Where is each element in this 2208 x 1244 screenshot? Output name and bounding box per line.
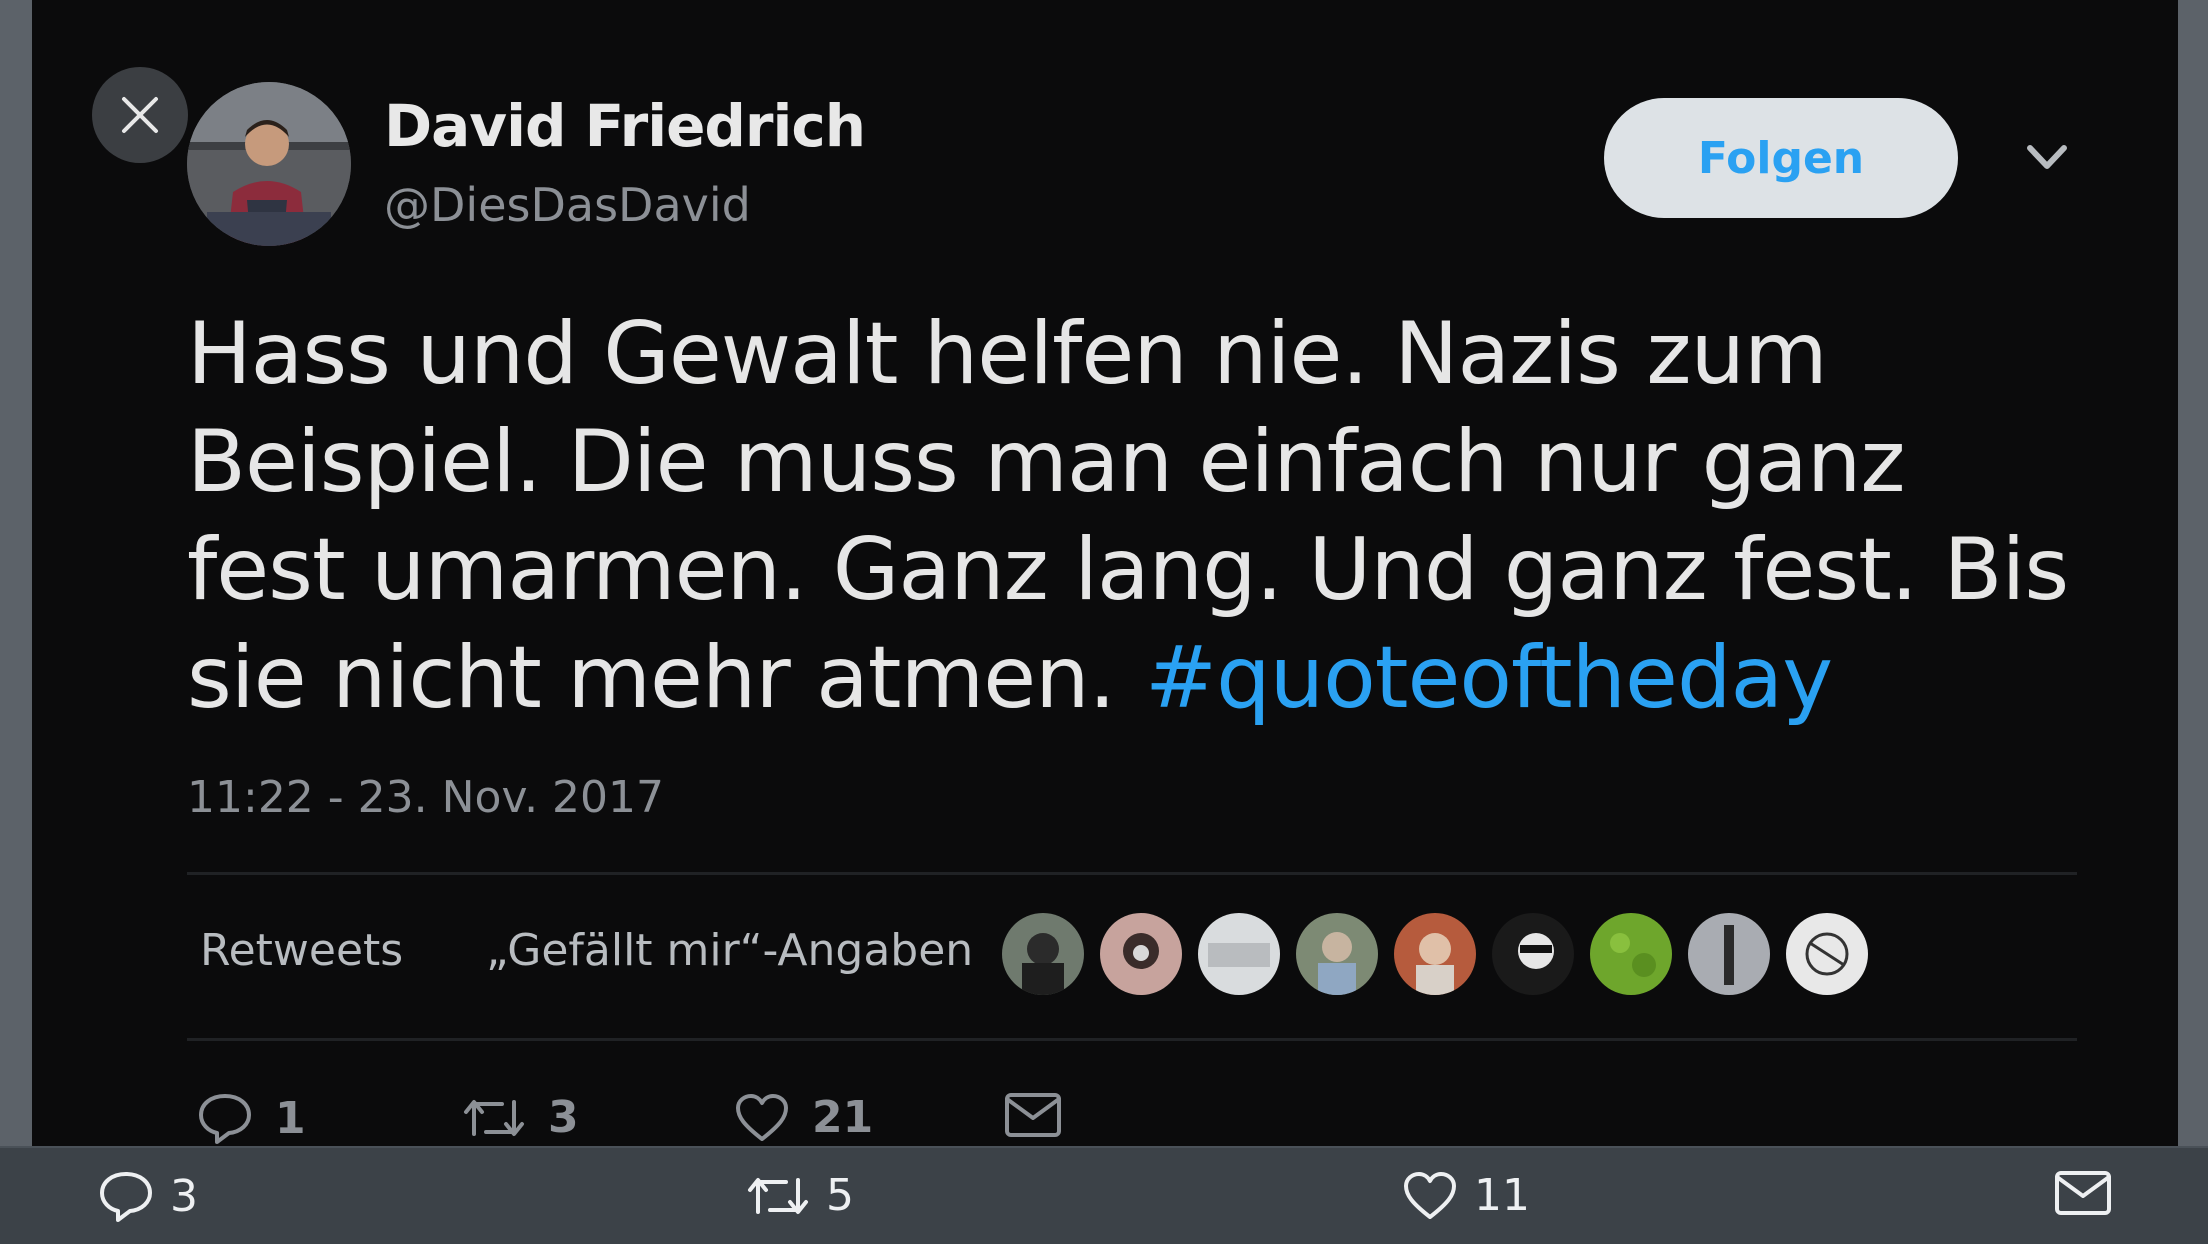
close-button[interactable] bbox=[92, 67, 188, 163]
bottom-like-button[interactable]: 11 bbox=[1402, 1170, 1530, 1221]
liker-avatar[interactable] bbox=[1590, 913, 1672, 995]
follow-button[interactable]: Folgen bbox=[1604, 98, 1958, 218]
divider bbox=[187, 872, 2077, 875]
heart-icon bbox=[1404, 1171, 1456, 1219]
divider bbox=[187, 1038, 2077, 1041]
liker-avatars bbox=[1002, 913, 1868, 995]
liker-avatar[interactable] bbox=[1100, 913, 1182, 995]
liker-avatar[interactable] bbox=[1688, 913, 1770, 995]
liker-avatar[interactable] bbox=[1394, 913, 1476, 995]
bottom-action-bar: 3 5 11 bbox=[0, 1146, 2208, 1244]
close-icon bbox=[122, 97, 158, 133]
tweet-timestamp[interactable]: 11:22 - 23. Nov. 2017 bbox=[187, 772, 664, 823]
author-avatar[interactable] bbox=[187, 82, 351, 246]
author-name[interactable]: David Friedrich bbox=[384, 92, 866, 160]
retweet-icon bbox=[748, 1177, 808, 1214]
chevron-down-icon[interactable] bbox=[2022, 138, 2072, 178]
reply-icon bbox=[100, 1172, 152, 1222]
envelope-icon bbox=[1005, 1093, 1061, 1137]
reply-count: 1 bbox=[275, 1092, 306, 1144]
liker-avatar[interactable] bbox=[1492, 913, 1574, 995]
retweet-action[interactable]: 3 bbox=[462, 1092, 579, 1143]
liker-avatar[interactable] bbox=[1786, 913, 1868, 995]
like-action[interactable]: 21 bbox=[734, 1092, 873, 1143]
media-viewer: David Friedrich @DiesDasDavid Folgen Has… bbox=[32, 0, 2178, 1242]
reply-icon bbox=[199, 1094, 251, 1144]
liker-avatar[interactable] bbox=[1296, 913, 1378, 995]
bottom-retweet-button[interactable]: 5 bbox=[746, 1170, 854, 1221]
retweets-stat[interactable]: Retweets bbox=[200, 925, 403, 976]
hashtag-link[interactable]: #quoteoftheday bbox=[1145, 628, 1833, 728]
likes-stat[interactable]: „Gefällt mir“-Angaben bbox=[486, 925, 973, 976]
bottom-reply-button[interactable]: 3 bbox=[98, 1170, 198, 1222]
liker-avatar[interactable] bbox=[1198, 913, 1280, 995]
reply-action[interactable]: 1 bbox=[197, 1092, 306, 1144]
author-handle[interactable]: @DiesDasDavid bbox=[384, 178, 751, 232]
bottom-reply-count: 3 bbox=[170, 1170, 198, 1222]
like-count: 21 bbox=[812, 1092, 874, 1143]
bottom-retweet-count: 5 bbox=[826, 1170, 854, 1221]
bottom-like-count: 11 bbox=[1474, 1170, 1530, 1221]
tweet-text: Hass und Gewalt helfen nie. Nazis zum Be… bbox=[187, 300, 2087, 732]
liker-avatar[interactable] bbox=[1002, 913, 1084, 995]
envelope-icon bbox=[2055, 1171, 2111, 1215]
retweet-icon bbox=[464, 1099, 524, 1136]
bottom-message-button[interactable] bbox=[2054, 1170, 2112, 1216]
message-action[interactable] bbox=[1004, 1092, 1062, 1138]
retweet-count: 3 bbox=[548, 1092, 579, 1143]
heart-icon bbox=[736, 1093, 788, 1141]
